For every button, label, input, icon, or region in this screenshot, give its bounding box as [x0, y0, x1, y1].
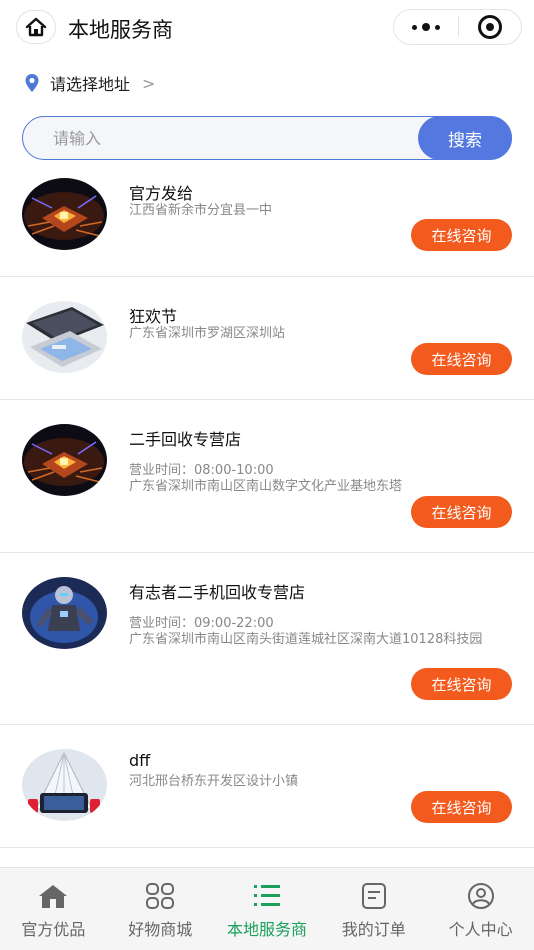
store-address: 广东省深圳市南山区南山数字文化产业基地东塔 [129, 479, 403, 494]
tab-label: 个人中心 [448, 920, 513, 939]
bottom-tab-bar: 官方优品 好物商城 本地服务商 我的订单 个人中心 [0, 867, 534, 950]
tab-official[interactable]: 官方优品 [0, 868, 107, 950]
address-selector[interactable]: 请选择地址 > [24, 70, 155, 96]
search-input[interactable] [53, 117, 413, 159]
location-pin-icon [25, 74, 39, 92]
tab-label: 好物商城 [128, 920, 193, 939]
store-address: 河北邢台桥东开发区设计小镇 [129, 774, 299, 789]
home-button[interactable] [16, 10, 56, 44]
consult-button[interactable]: 在线咨询 [411, 496, 512, 528]
store-avatar [22, 178, 107, 250]
store-item[interactable]: 狂欢节 广东省深圳市罗湖区深圳站 在线咨询 [0, 277, 534, 400]
home-icon [25, 17, 47, 37]
consult-button[interactable]: 在线咨询 [411, 668, 512, 700]
store-avatar [22, 301, 107, 373]
mini-program-capsule [393, 9, 522, 45]
store-address: 江西省新余市分宜县一中 [129, 203, 273, 218]
close-button[interactable] [459, 10, 521, 44]
chevron-right-icon: > [142, 73, 156, 93]
search-button[interactable]: 搜索 [418, 116, 512, 160]
home-icon [39, 885, 68, 908]
list-icon [253, 885, 280, 906]
store-hours: 营业时间：09:00-22:00 [129, 616, 274, 631]
address-label: 请选择地址 [50, 75, 131, 94]
user-icon [467, 883, 494, 909]
order-icon [361, 883, 386, 909]
header: 本地服务商 [0, 0, 534, 56]
store-item[interactable]: 二手回收专营店 营业时间：08:00-10:00 广东省深圳市南山区南山数字文化… [0, 400, 534, 553]
page-title: 本地服务商 [68, 18, 173, 42]
more-button[interactable] [394, 10, 458, 44]
consult-button[interactable]: 在线咨询 [411, 219, 512, 251]
store-item[interactable]: 有志者二手机回收专营店 营业时间：09:00-22:00 广东省深圳市南山区南头… [0, 553, 534, 725]
tab-profile[interactable]: 个人中心 [427, 868, 534, 950]
consult-button[interactable]: 在线咨询 [411, 791, 512, 823]
store-name: 二手回收专营店 [129, 430, 242, 449]
search-bar: 搜索 [22, 116, 512, 160]
consult-button[interactable]: 在线咨询 [411, 343, 512, 375]
tab-label: 我的订单 [341, 920, 406, 939]
store-name: dff [129, 751, 151, 770]
grid-icon [146, 883, 175, 909]
store-avatar [22, 577, 107, 649]
tab-label: 官方优品 [21, 920, 86, 939]
store-avatar [22, 749, 107, 821]
tab-label: 本地服务商 [226, 920, 307, 939]
store-item[interactable]: dff 河北邢台桥东开发区设计小镇 在线咨询 [0, 725, 534, 848]
tab-local-service[interactable]: 本地服务商 [214, 868, 321, 950]
store-item[interactable]: 官方发给 江西省新余市分宜县一中 在线咨询 [0, 168, 534, 277]
more-dots-icon [412, 23, 440, 31]
tab-mall[interactable]: 好物商城 [107, 868, 214, 950]
store-address: 广东省深圳市南山区南头街道莲城社区深南大道10128科技园 [129, 632, 483, 647]
store-hours: 营业时间：08:00-10:00 [129, 463, 274, 478]
tab-orders[interactable]: 我的订单 [320, 868, 427, 950]
store-name: 有志者二手机回收专营店 [129, 583, 306, 602]
store-avatar [22, 424, 107, 496]
store-address: 广东省深圳市罗湖区深圳站 [129, 326, 286, 341]
target-close-icon [478, 15, 502, 39]
store-list: 官方发给 江西省新余市分宜县一中 在线咨询 狂欢节 广东省深圳市罗湖区深圳站 在… [0, 168, 534, 848]
